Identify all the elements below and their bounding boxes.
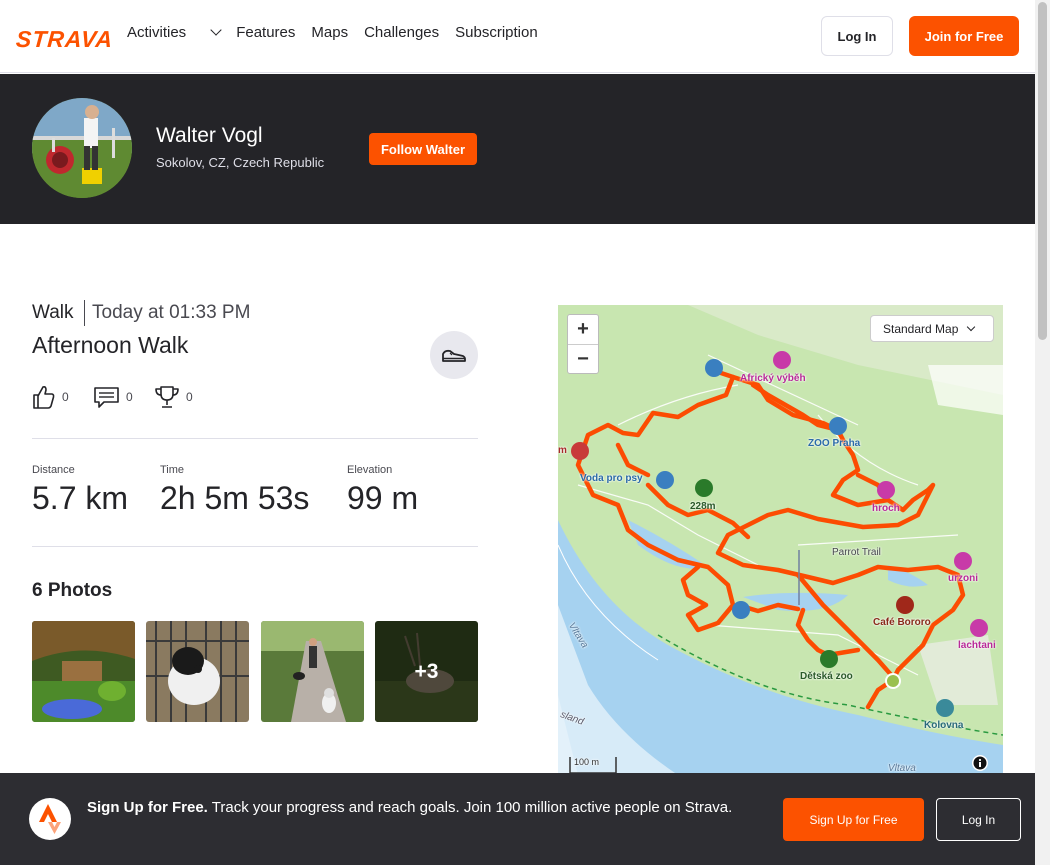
follow-button[interactable]: Follow Walter [369,133,477,165]
activity-title: Afternoon Walk [32,332,189,358]
avatar-photo [32,98,132,198]
divider [32,546,478,547]
trophy-icon [155,386,179,408]
signup-message: Sign Up for Free. Track your progress an… [87,797,767,819]
login-button[interactable]: Log In [821,16,893,56]
signup-button[interactable]: Sign Up for Free [783,798,924,841]
map-label: Voda pro psy [580,473,643,484]
comments-count: 0 [126,390,133,404]
kudos-button[interactable]: 0 [32,384,69,410]
zoom-out-button[interactable]: − [568,345,598,374]
athlete-banner: Walter Vogl Sokolov, CZ, Czech Republic … [0,74,1035,224]
divider [32,438,478,439]
comment-icon [94,387,119,408]
map-label: Parrot Trail [832,547,881,558]
photo-thumbnail[interactable] [146,621,249,722]
stat-elevation: Elevation 99 m [347,464,418,517]
map-scale: 100 m [574,757,600,767]
join-button[interactable]: Join for Free [909,16,1019,56]
scrollbar-thumb[interactable] [1038,2,1047,340]
stat-distance: Distance 5.7 km [32,464,128,517]
stat-value: 99 m [347,480,419,516]
signup-body: Track your progress and reach goals. Joi… [211,799,733,816]
strava-app-logo [29,798,71,840]
nav-challenges[interactable]: Challenges [364,24,439,41]
activity-type: Walk [32,302,74,323]
map-label: Dětská zoo [800,671,853,682]
scrollbar[interactable] [1035,0,1050,865]
photos-title: 6 Photos [32,580,113,601]
divider [84,300,85,326]
stat-label: Distance [32,464,75,476]
avatar[interactable] [32,98,132,198]
map-label: 228m [690,501,716,512]
photo-garden [32,621,135,722]
map-label: m [558,445,567,456]
page: STRAVA Activities Features Maps Challeng… [0,0,1050,865]
activity-time: Today at 01:33 PM [92,302,251,323]
nav-maps[interactable]: Maps [311,24,348,41]
route-map[interactable]: Africký výběh ZOO Praha Voda pro psy m 2… [558,305,1003,775]
top-nav: STRAVA Activities Features Maps Challeng… [0,0,1035,73]
photo-thumbnail[interactable] [261,621,364,722]
nav-activities[interactable]: Activities [127,24,222,41]
map-style-select[interactable]: Standard Map [870,315,994,342]
zoom-in-button[interactable]: + [568,315,598,344]
signup-lead: Sign Up for Free. [87,799,208,816]
comments-button[interactable]: 0 [93,384,133,410]
chevron-down-icon [967,322,976,331]
photo-path-walk [261,621,364,722]
signup-banner: Sign Up for Free. Track your progress an… [0,773,1035,865]
zoom-controls: + − [567,314,599,374]
stat-time: Time 2h 5m 53s [160,464,309,517]
stat-label: Elevation [347,464,393,476]
stat-value: 2h 5m 53s [160,480,310,516]
info-icon [973,756,987,770]
thumbs-up-icon [33,386,55,409]
map-label: urzoni [948,573,978,584]
nav-links: Activities Features Maps Challenges Subs… [127,24,554,41]
photo-thumbnail[interactable] [32,621,135,722]
kudos-count: 0 [62,390,69,404]
map-label: ZOO Praha [808,438,861,449]
map-label: Africký výběh [740,373,806,384]
athlete-location: Sokolov, CZ, Czech Republic [156,155,325,170]
nav-activities-label: Activities [127,24,187,41]
more-photos-count: +3 [414,659,439,683]
shoe-icon [442,349,466,362]
gear-button[interactable] [430,331,478,379]
photo-dog-fence [146,621,249,722]
map-style-value: Standard Map [883,321,959,336]
chevron-down-icon [210,24,222,36]
login-button-bottom[interactable]: Log In [936,798,1021,841]
nav-features[interactable]: Features [236,24,295,41]
athlete-name[interactable]: Walter Vogl [156,124,263,148]
map-info-button[interactable] [972,755,988,771]
map-label: Kolovna [924,720,964,731]
achievements-button[interactable]: 0 [154,384,193,410]
photo-more[interactable]: +3 [375,621,478,722]
stat-label: Time [160,464,185,476]
achievements-count: 0 [186,390,193,404]
map-label: hroch [872,503,900,514]
strava-logo-icon [39,804,61,834]
strava-logo[interactable]: STRAVA [15,26,114,53]
map-label: lachtani [958,640,996,651]
map-label: Café Bororo [873,617,931,628]
stat-value: 5.7 km [32,480,129,516]
nav-subscription[interactable]: Subscription [455,24,538,41]
